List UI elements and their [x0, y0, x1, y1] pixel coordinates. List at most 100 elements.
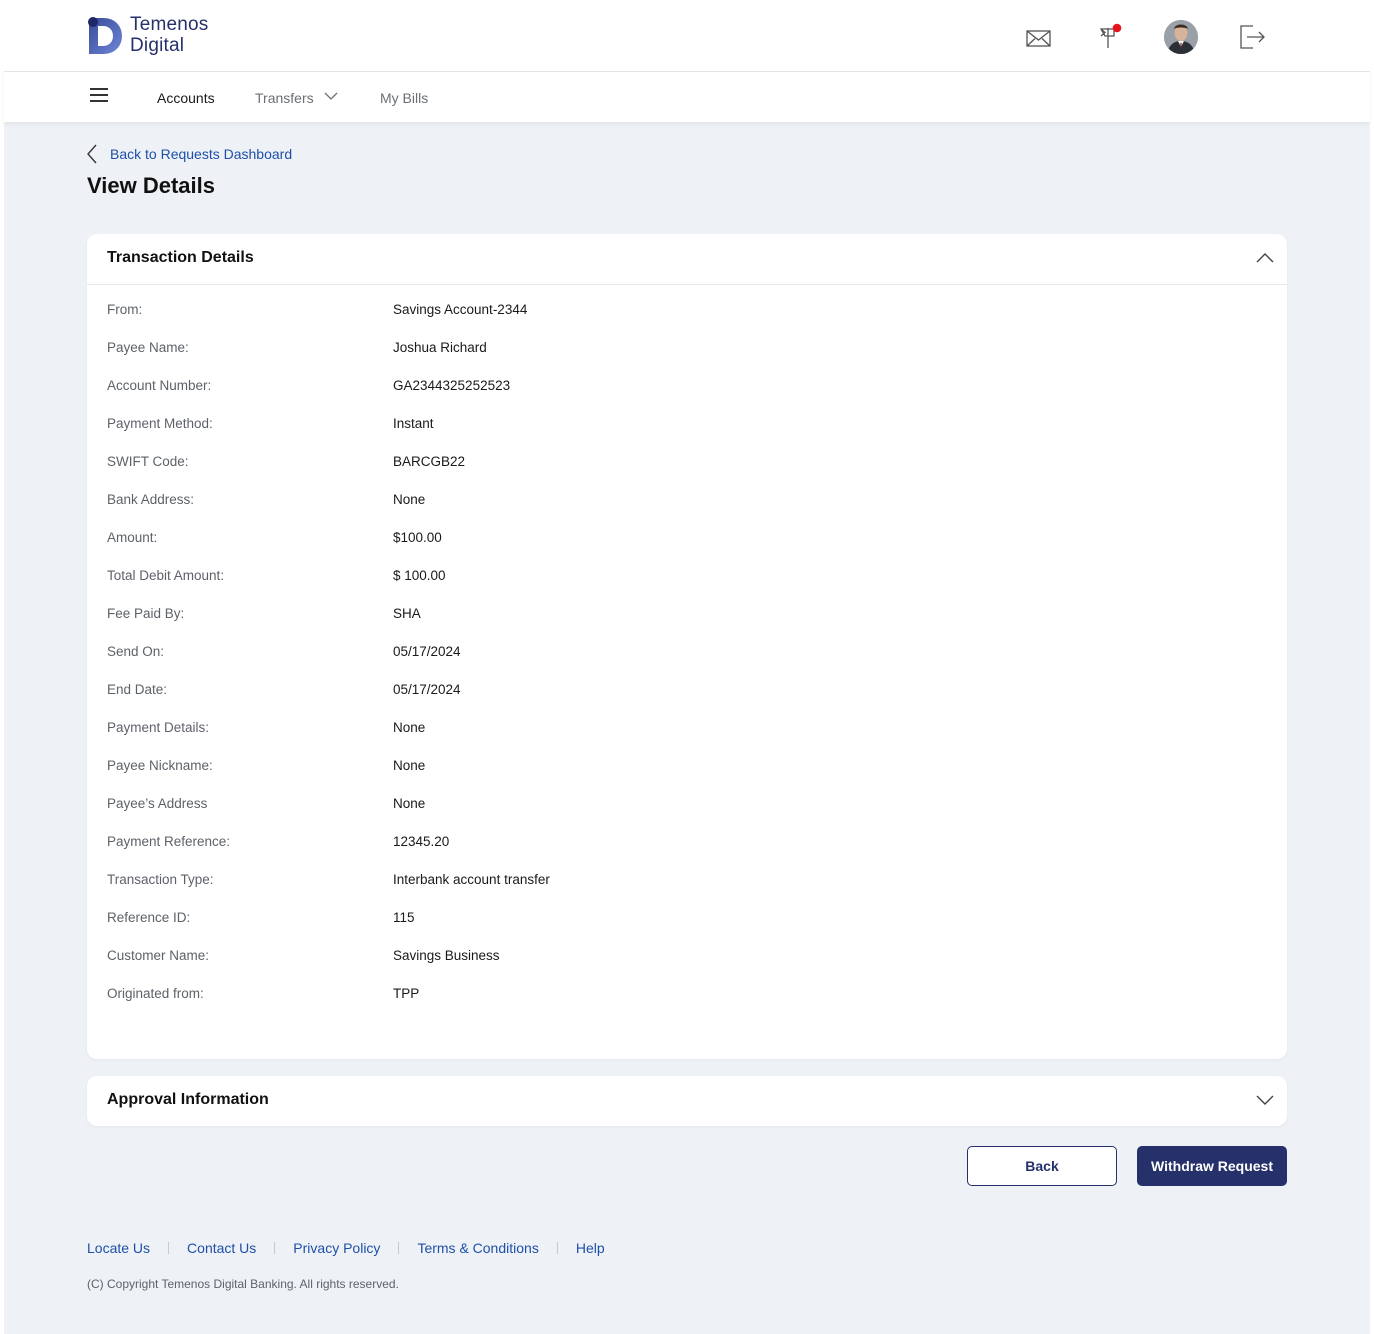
detail-row: Bank Address: None [87, 492, 1287, 530]
detail-row: Payee’s Address None [87, 796, 1287, 834]
detail-row: Amount: $100.00 [87, 530, 1287, 568]
detail-row: Payee Name: Joshua Richard [87, 340, 1287, 378]
detail-row: Total Debit Amount: $ 100.00 [87, 568, 1287, 606]
back-to-dashboard-link[interactable]: Back to Requests Dashboard [86, 144, 292, 164]
transaction-details-card: Transaction Details From: Savings Account… [87, 234, 1287, 1059]
detail-label: Customer Name: [107, 948, 210, 963]
detail-row: SWIFT Code: BARCGB22 [87, 454, 1287, 492]
detail-label: From: [107, 302, 143, 317]
footer-link[interactable]: Privacy Policy [293, 1240, 380, 1256]
copyright-text: (C) Copyright Temenos Digital Banking. A… [87, 1277, 399, 1291]
detail-row: Originated from: TPP [87, 986, 1287, 1024]
detail-row: Send On: 05/17/2024 [87, 644, 1287, 682]
detail-value: 05/17/2024 [393, 682, 461, 697]
detail-label: Reference ID: [107, 910, 191, 925]
chevron-down-icon[interactable] [324, 91, 338, 101]
detail-value: Savings Business [393, 948, 500, 963]
detail-label: Fee Paid By: [107, 606, 185, 621]
detail-value: $100.00 [393, 530, 442, 545]
detail-label: Send On: [107, 644, 165, 659]
detail-row: Reference ID: 115 [87, 910, 1287, 948]
detail-row: From: Savings Account-2344 [87, 302, 1287, 340]
brand-logo[interactable]: Temenos Digital [87, 14, 227, 58]
detail-label: Account Number: [107, 378, 212, 393]
detail-row: Transaction Type: Interbank account trans… [87, 872, 1287, 910]
detail-label: Payee Nickname: [107, 758, 213, 773]
detail-label: Total Debit Amount: [107, 568, 225, 583]
footer-link[interactable]: Locate Us [87, 1240, 150, 1256]
detail-label: Payment Details: [107, 720, 210, 735]
detail-value: $ 100.00 [393, 568, 446, 583]
avatar-photo [1164, 20, 1198, 54]
mail-icon[interactable] [1025, 22, 1057, 54]
footer-link[interactable]: Help [576, 1240, 605, 1256]
detail-value: TPP [393, 986, 420, 1001]
detail-value: Interbank account transfer [393, 872, 550, 887]
detail-label: End Date: [107, 682, 168, 697]
detail-row: Payment Method: Instant [87, 416, 1287, 454]
top-header: Temenos Digital [4, 0, 1370, 72]
detail-label: Payment Method: [107, 416, 213, 431]
nav-accounts[interactable]: Accounts [157, 90, 215, 106]
footer-links: Locate Us Contact Us Privacy Policy Terms &… [87, 1240, 605, 1256]
notification-dot [1112, 23, 1122, 33]
back-button[interactable]: Back [967, 1146, 1117, 1186]
chevron-down-icon[interactable] [1255, 1093, 1275, 1107]
detail-value: Savings Account-2344 [393, 302, 528, 317]
detail-value: None [393, 492, 426, 507]
transaction-details-header[interactable]: Transaction Details [87, 234, 1287, 285]
brand-line2: Digital [130, 35, 185, 56]
detail-row: Payee Nickname: None [87, 758, 1287, 796]
withdraw-request-button[interactable]: Withdraw Request [1137, 1146, 1287, 1186]
detail-row: End Date: 05/17/2024 [87, 682, 1287, 720]
flag-icon[interactable] [1097, 20, 1129, 52]
detail-value: None [393, 796, 426, 811]
brand-logo-icon [88, 17, 122, 54]
detail-row: Fee Paid By: SHA [87, 606, 1287, 644]
brand-name: Temenos Digital [130, 14, 209, 56]
footer-divider [274, 1242, 276, 1254]
brand-line1: Temenos [130, 14, 209, 35]
detail-label: SWIFT Code: [107, 454, 189, 469]
back-link-label: Back to Requests Dashboard [110, 146, 293, 162]
footer-link[interactable]: Terms & Conditions [417, 1240, 538, 1256]
detail-value: BARCGB22 [393, 454, 466, 469]
detail-row: Payment Details: None [87, 720, 1287, 758]
approval-information-title: Approval Information [107, 1091, 269, 1108]
nav-transfers[interactable]: Transfers [255, 90, 314, 106]
detail-value: 115 [393, 910, 415, 925]
detail-label: Amount: [107, 530, 158, 545]
detail-label: Payment Reference: [107, 834, 231, 849]
transaction-details-list: From: Savings Account-2344 Payee Name: Josh… [87, 302, 1287, 1024]
page-title: View Details [87, 173, 215, 198]
approval-information-card: Approval Information [87, 1076, 1287, 1126]
main-navigation: Accounts Transfers My Bills [4, 72, 1370, 122]
detail-row: Account Number: GA2344325252523 [87, 378, 1287, 416]
nav-my-bills[interactable]: My Bills [380, 90, 428, 106]
logout-icon[interactable] [1237, 20, 1269, 52]
footer-divider [168, 1242, 170, 1254]
detail-value: None [393, 720, 426, 735]
detail-row: Customer Name: Savings Business [87, 948, 1287, 986]
detail-value: 12345.20 [393, 834, 450, 849]
chevron-left-icon [87, 144, 97, 164]
detail-label: Originated from: [107, 986, 204, 1001]
menu-icon[interactable] [90, 88, 108, 104]
detail-value: None [393, 758, 426, 773]
app-frame: Temenos Digital Accounts Transfers My Bi… [4, 0, 1370, 1334]
user-avatar[interactable] [1164, 20, 1198, 54]
approval-information-header[interactable]: Approval Information [87, 1076, 1287, 1126]
footer-link[interactable]: Contact Us [187, 1240, 256, 1256]
chevron-up-icon[interactable] [1255, 251, 1275, 265]
detail-value: GA2344325252523 [393, 378, 511, 393]
detail-label: Transaction Type: [107, 872, 214, 887]
detail-value: Instant [393, 416, 434, 431]
detail-label: Bank Address: [107, 492, 195, 507]
footer-divider [556, 1242, 558, 1254]
detail-label: Payee’s Address [107, 796, 208, 811]
detail-value: 05/17/2024 [393, 644, 461, 659]
transaction-details-title: Transaction Details [107, 249, 254, 266]
detail-label: Payee Name: [107, 340, 189, 355]
footer-divider [398, 1242, 400, 1254]
detail-row: Payment Reference: 12345.20 [87, 834, 1287, 872]
